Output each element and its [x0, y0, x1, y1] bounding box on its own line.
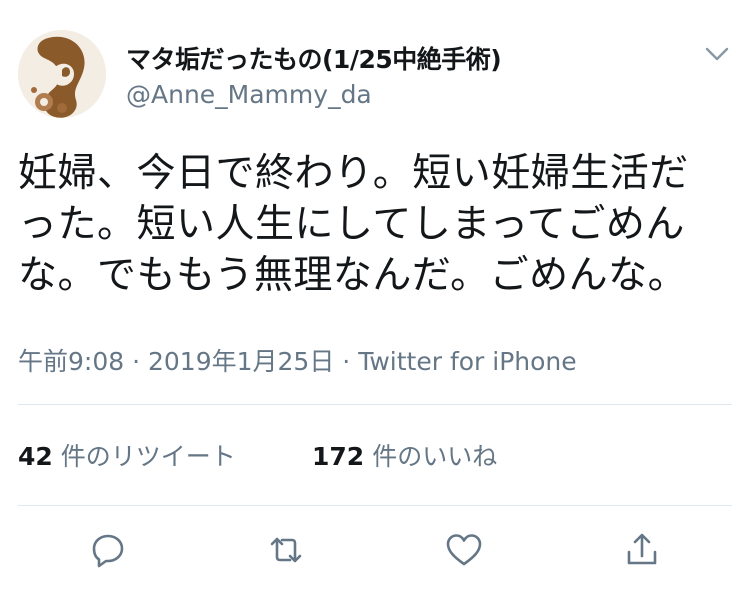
- retweet-stat[interactable]: 42 件のリツイート: [18, 437, 236, 473]
- display-name[interactable]: マタ垢だったもの(1/25中絶手術): [126, 40, 502, 76]
- avatar-image: [18, 30, 106, 118]
- retweet-icon[interactable]: [266, 530, 306, 570]
- user-handle[interactable]: @Anne_Mammy_da: [126, 80, 372, 109]
- like-stat[interactable]: 172 件のいいね: [312, 437, 497, 473]
- meta-separator: ·: [132, 347, 141, 376]
- share-icon[interactable]: [622, 530, 662, 570]
- reply-icon[interactable]: [88, 530, 128, 570]
- tweet-date[interactable]: 2019年1月25日: [148, 347, 334, 376]
- retweet-label: 件のリツイート: [60, 442, 236, 471]
- divider: [18, 404, 732, 405]
- meta-separator: ·: [342, 347, 351, 376]
- tweet-line: った。短い人生にしてしまってごめん: [18, 202, 685, 247]
- tweet-meta: 午前9:08 · 2019年1月25日 · Twitter for iPhone: [18, 342, 577, 378]
- heart-icon[interactable]: [444, 530, 484, 570]
- tweet-line: な。でももう無理なんだ。ごめんな。: [18, 253, 688, 298]
- like-label: 件のいいね: [372, 442, 498, 471]
- divider: [18, 505, 732, 506]
- like-count: 172: [312, 442, 365, 471]
- tweet-line: 妊婦、今日で終わり。短い妊婦生活だ: [18, 151, 689, 196]
- tweet-source[interactable]: Twitter for iPhone: [358, 347, 576, 376]
- avatar[interactable]: [18, 30, 106, 118]
- tweet-time[interactable]: 午前9:08: [18, 347, 124, 376]
- tweet-text: 妊婦、今日で終わり。短い妊婦生活だ った。短い人生にしてしまってごめん な。でも…: [18, 148, 738, 301]
- chevron-down-icon[interactable]: [704, 44, 730, 64]
- retweet-count: 42: [18, 442, 53, 471]
